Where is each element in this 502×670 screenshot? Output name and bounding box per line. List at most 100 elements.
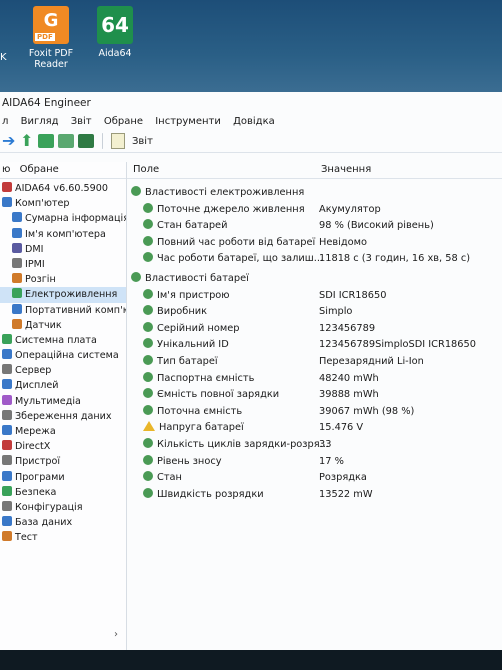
tree-item[interactable]: Портативний комп'ют [0, 303, 126, 318]
tree-item[interactable]: IPMI [0, 257, 126, 272]
navigation-pane: ю Обране AIDA64 v6.60.5900 Комп'ютер Сумар… [0, 162, 127, 650]
report-button[interactable]: Звіт [132, 136, 153, 147]
property-icon [143, 235, 153, 246]
property-row[interactable]: Виробник Simplo [127, 304, 502, 321]
property-row[interactable]: Ім'я пристрою SDI ICR18650 [127, 288, 502, 305]
property-icon [143, 252, 153, 263]
tree-item[interactable]: DirectX [0, 439, 126, 454]
tree-item[interactable]: Дисплей [0, 378, 126, 393]
tree-item[interactable]: Комп'ютер [0, 196, 126, 211]
property-value: 48240 mWh [319, 372, 379, 384]
property-icon [143, 404, 153, 415]
tree-item-icon [2, 349, 12, 360]
property-icon [143, 388, 153, 399]
foxit-label-line2: Reader [34, 59, 68, 70]
menu-file[interactable]: л [2, 116, 8, 127]
property-field: Унікальний ID [157, 339, 229, 351]
forward-arrow-icon[interactable]: ➔ [2, 133, 16, 149]
property-row[interactable]: Час роботи батареї, що залиш... 11818 с (… [127, 251, 502, 268]
tree-item[interactable]: Мережа [0, 424, 126, 439]
property-row[interactable]: Стан батарей 98 % (Високий рівень) [127, 218, 502, 235]
tree-item[interactable]: DMI [0, 242, 126, 257]
tree-item[interactable]: Ім'я комп'ютера [0, 227, 126, 242]
property-row[interactable]: Тип батареї Перезарядний Li-Ion [127, 354, 502, 371]
property-field: Ємність повної зарядки [157, 389, 280, 401]
tree-item[interactable]: Розгін [0, 272, 126, 287]
menu-view[interactable]: Вигляд [21, 116, 59, 127]
property-row[interactable]: Ємність повної зарядки 39888 mWh [127, 387, 502, 404]
tree-item[interactable]: Сумарна інформація [0, 211, 126, 226]
property-icon [143, 454, 153, 465]
chevron-right-icon[interactable]: › [114, 629, 118, 640]
tree-item-label: Сервер [15, 365, 52, 377]
tree-item[interactable]: AIDA64 v6.60.5900 [0, 181, 126, 196]
property-value: 33 [319, 438, 332, 450]
property-icon [143, 321, 153, 332]
report-icon[interactable] [111, 133, 125, 149]
tree-item-icon [2, 409, 12, 420]
tree-item-icon [12, 273, 22, 284]
property-icon [143, 202, 153, 213]
menu-help[interactable]: Довідка [233, 116, 275, 127]
property-row[interactable]: Паспортна ємність 48240 mWh [127, 371, 502, 388]
desktop-partial-label: K [0, 52, 7, 63]
property-row[interactable]: Поточна ємність 39067 mWh (98 %) [127, 404, 502, 421]
tree-item[interactable]: Мультимедіа [0, 394, 126, 409]
column-field-header[interactable]: Поле [133, 162, 159, 178]
menu-favorites[interactable]: Обране [104, 116, 143, 127]
menu-tools[interactable]: Інструменти [155, 116, 221, 127]
property-value: Акумулятор [319, 203, 381, 215]
tree-item[interactable]: Тест [0, 530, 126, 545]
monitor-icon[interactable] [78, 134, 94, 148]
property-value: 17 % [319, 455, 344, 467]
tree-item[interactable]: База даних [0, 515, 126, 530]
refresh-icon[interactable] [38, 134, 54, 148]
tree-item-label: Тест [15, 532, 38, 544]
menu-report[interactable]: Звіт [71, 116, 92, 127]
tab-menu[interactable]: ю [2, 164, 10, 175]
tree-item-icon [2, 485, 12, 496]
property-icon [143, 471, 153, 482]
tree-item[interactable]: Датчик [0, 318, 126, 333]
property-row[interactable]: Кількість циклів зарядки-розря... 33 [127, 437, 502, 454]
property-row[interactable]: Рівень зносу 17 % [127, 454, 502, 471]
tree-item-icon [2, 182, 12, 192]
tree-item[interactable]: Операційна система [0, 348, 126, 363]
tree-item[interactable]: Електроживлення [0, 287, 126, 303]
tab-favorites[interactable]: Обране [20, 164, 59, 175]
property-value: Розрядка [319, 472, 367, 484]
tree-item[interactable]: Безпека [0, 485, 126, 500]
property-row[interactable]: Швидкість розрядки 13522 mW [127, 487, 502, 504]
tree-item[interactable]: Програми [0, 470, 126, 485]
section-header[interactable]: Властивості електроживлення [127, 185, 502, 202]
property-row[interactable]: Поточне джерело живлення Акумулятор [127, 202, 502, 219]
up-arrow-icon[interactable]: ⬆ [20, 133, 34, 149]
tree-item-label: Сумарна інформація [25, 213, 126, 225]
property-value: 39067 mWh (98 %) [319, 405, 415, 417]
tree-item[interactable]: Збереження даних [0, 409, 126, 424]
column-value-header[interactable]: Значення [321, 162, 371, 178]
tree-item-label: Операційна система [15, 350, 119, 362]
tree-item[interactable]: Пристрої [0, 454, 126, 469]
property-row[interactable]: Унікальний ID 123456789SimploSDI ICR18650 [127, 337, 502, 354]
section-header[interactable]: Властивості батареї [127, 271, 502, 288]
foxit-label-line1: Foxit PDF [28, 48, 74, 59]
tree-item[interactable]: Сервер [0, 363, 126, 378]
users-icon[interactable] [58, 134, 74, 148]
property-row[interactable]: Напруга батареї 15.476 V [127, 420, 502, 437]
property-value: 123456789 [319, 322, 376, 334]
property-row[interactable]: Серійний номер 123456789 [127, 321, 502, 338]
property-value: 39888 mWh [319, 389, 379, 401]
property-value: SDI ICR18650 [319, 289, 387, 301]
tree-item[interactable]: Конфігурація [0, 500, 126, 515]
foxit-pdf-reader-shortcut[interactable]: G PDF Foxit PDF Reader [22, 6, 80, 70]
property-row[interactable]: Повний час роботи від батареї Невідомо [127, 235, 502, 252]
property-value: 13522 mW [319, 488, 373, 500]
aida64-shortcut[interactable]: 64 Aida64 [86, 6, 144, 59]
property-row[interactable]: Стан Розрядка [127, 470, 502, 487]
tree-item-icon [2, 500, 12, 511]
tree-item[interactable]: Системна плата [0, 333, 126, 348]
property-icon [143, 288, 153, 299]
tree-item-icon [12, 288, 22, 299]
details-pane: Поле Значення Властивості електроживленн… [127, 162, 502, 650]
